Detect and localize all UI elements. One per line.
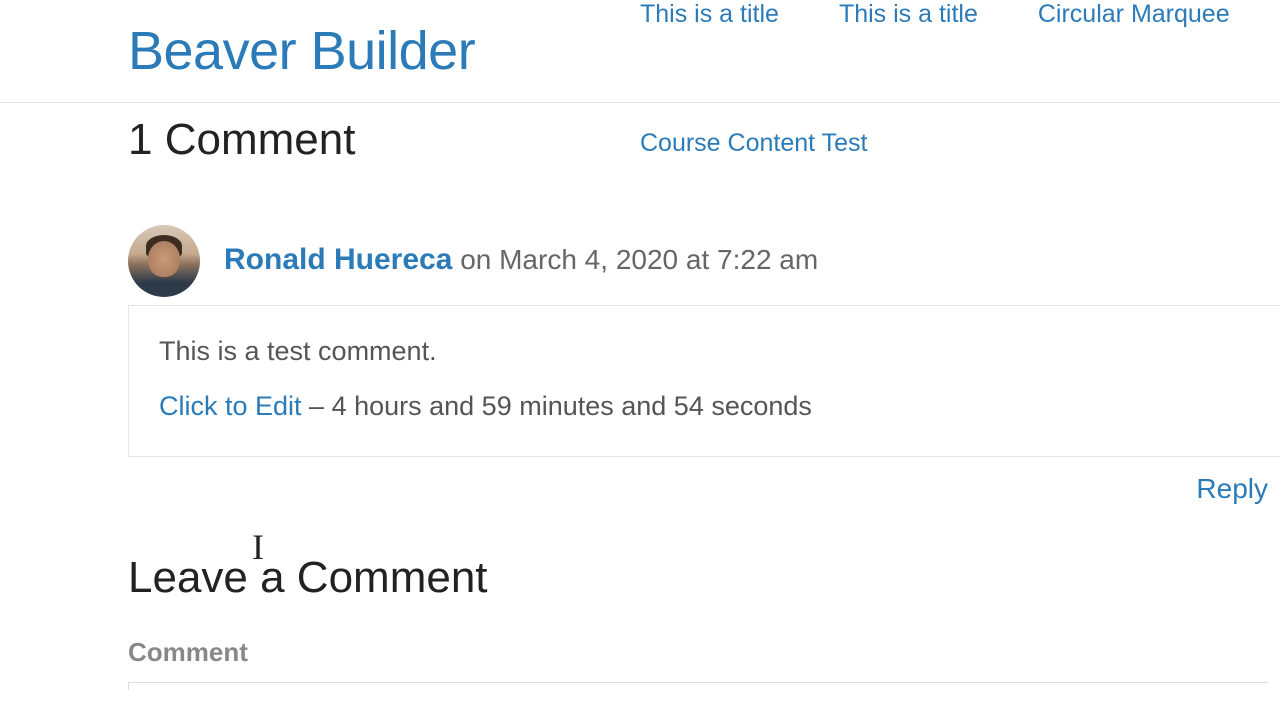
nav-item-title-a[interactable]: This is a title bbox=[640, 0, 779, 29]
avatar bbox=[128, 225, 200, 297]
comment: Ronald Huereca on March 4, 2020 at 7:22 … bbox=[128, 225, 1280, 505]
comment-meta: Ronald Huereca on March 4, 2020 at 7:22 … bbox=[224, 225, 1280, 277]
site-title-link[interactable]: Beaver Builder bbox=[128, 20, 475, 82]
comment-textarea[interactable] bbox=[128, 682, 1268, 690]
nav-item-circular-marquee[interactable]: Circular Marquee bbox=[1038, 0, 1230, 29]
primary-nav: This is a title This is a title Circular… bbox=[640, 0, 1280, 158]
comment-date: on March 4, 2020 at 7:22 am bbox=[460, 244, 818, 275]
content-area: 1 Comment Ronald Huereca on March 4, 202… bbox=[128, 103, 1280, 690]
edit-separator: – bbox=[302, 391, 332, 421]
edit-timer: 4 hours and 59 minutes and 54 seconds bbox=[332, 391, 812, 421]
reply-row: Reply bbox=[128, 473, 1280, 505]
site-header: Beaver Builder This is a title This is a… bbox=[0, 0, 1280, 103]
comment-body: This is a test comment. Click to Edit – … bbox=[128, 305, 1280, 457]
edit-comment-link[interactable]: Click to Edit bbox=[159, 391, 302, 421]
comment-edit-row: Click to Edit – 4 hours and 59 minutes a… bbox=[159, 391, 1250, 422]
leave-comment-heading: Leave a Comment bbox=[128, 553, 1280, 603]
nav-item-course-content-test[interactable]: Course Content Test bbox=[640, 129, 867, 157]
nav-row: This is a title This is a title Circular… bbox=[640, 0, 1230, 29]
reply-link[interactable]: Reply bbox=[1196, 473, 1268, 504]
comment-text: This is a test comment. bbox=[159, 336, 1250, 367]
nav-row: Course Content Test bbox=[640, 129, 867, 158]
nav-item-title-b[interactable]: This is a title bbox=[839, 0, 978, 29]
comment-field-label: Comment bbox=[128, 637, 1280, 668]
comment-author-link[interactable]: Ronald Huereca bbox=[224, 243, 452, 276]
